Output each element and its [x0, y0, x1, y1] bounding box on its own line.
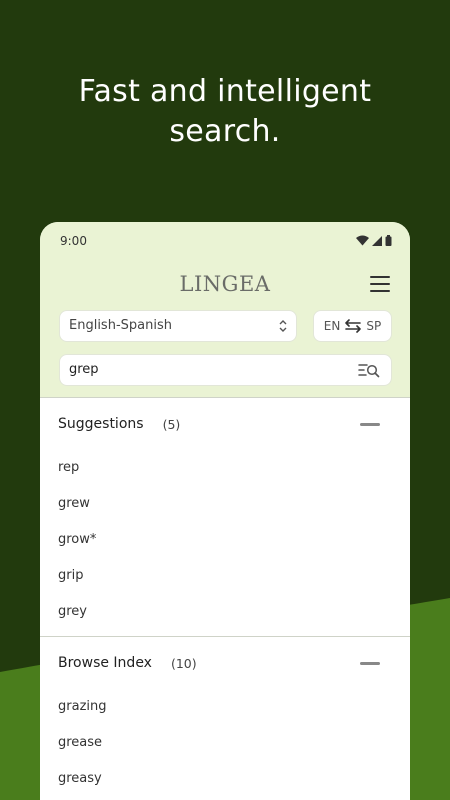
signal-icon	[372, 235, 382, 246]
source-language: EN	[323, 319, 341, 333]
suggestion-item[interactable]: grip	[40, 558, 410, 594]
search-box	[59, 354, 392, 386]
headline-text: Fast and intelligent search.	[78, 74, 372, 149]
suggestion-item[interactable]: grey	[40, 594, 410, 630]
wifi-icon	[356, 235, 369, 246]
swap-arrows-icon	[345, 319, 362, 333]
browse-index-header[interactable]: Browse Index (10)	[40, 637, 410, 689]
search-input[interactable]	[69, 362, 339, 377]
phone-screen: 9:00 LINGEA English-Spanish EN SP grep S…	[40, 222, 410, 800]
collapse-browse-index-icon[interactable]	[360, 662, 380, 665]
index-item[interactable]: grazing	[40, 689, 410, 725]
status-time: 9:00	[60, 234, 87, 248]
hamburger-menu-icon[interactable]	[370, 276, 390, 292]
browse-index-section: Browse Index (10) grazing grease greasy …	[40, 637, 410, 800]
suggestion-item[interactable]: grow*	[40, 522, 410, 558]
language-pair-select[interactable]: English-Spanish	[59, 310, 297, 342]
swap-languages-button[interactable]: EN SP	[313, 310, 392, 342]
suggestion-item[interactable]: rep	[40, 450, 410, 486]
chevron-updown-icon	[279, 320, 287, 332]
index-item[interactable]: grease	[40, 725, 410, 761]
battery-icon	[385, 235, 392, 246]
suggestions-section: Suggestions (5) rep grew grow* grip grey	[40, 398, 410, 637]
language-pair-value: English-Spanish	[69, 318, 172, 333]
search-list-icon[interactable]	[358, 363, 380, 378]
collapse-suggestions-icon[interactable]	[360, 423, 380, 426]
suggestions-header[interactable]: Suggestions (5)	[40, 398, 410, 450]
headline: Fast and intelligent search.	[0, 72, 450, 152]
browse-index-title: Browse Index	[58, 655, 152, 671]
index-item[interactable]: greasy	[40, 761, 410, 797]
suggestion-item[interactable]: grew	[40, 486, 410, 522]
app-header: 9:00 LINGEA English-Spanish EN SP grep	[40, 222, 410, 398]
target-language: SP	[366, 319, 382, 333]
suggestions-title: Suggestions	[58, 416, 144, 432]
suggestions-count: (5)	[162, 416, 181, 432]
app-logo: LINGEA	[179, 272, 271, 296]
browse-index-count: (10)	[170, 655, 197, 671]
status-icons	[356, 235, 392, 246]
